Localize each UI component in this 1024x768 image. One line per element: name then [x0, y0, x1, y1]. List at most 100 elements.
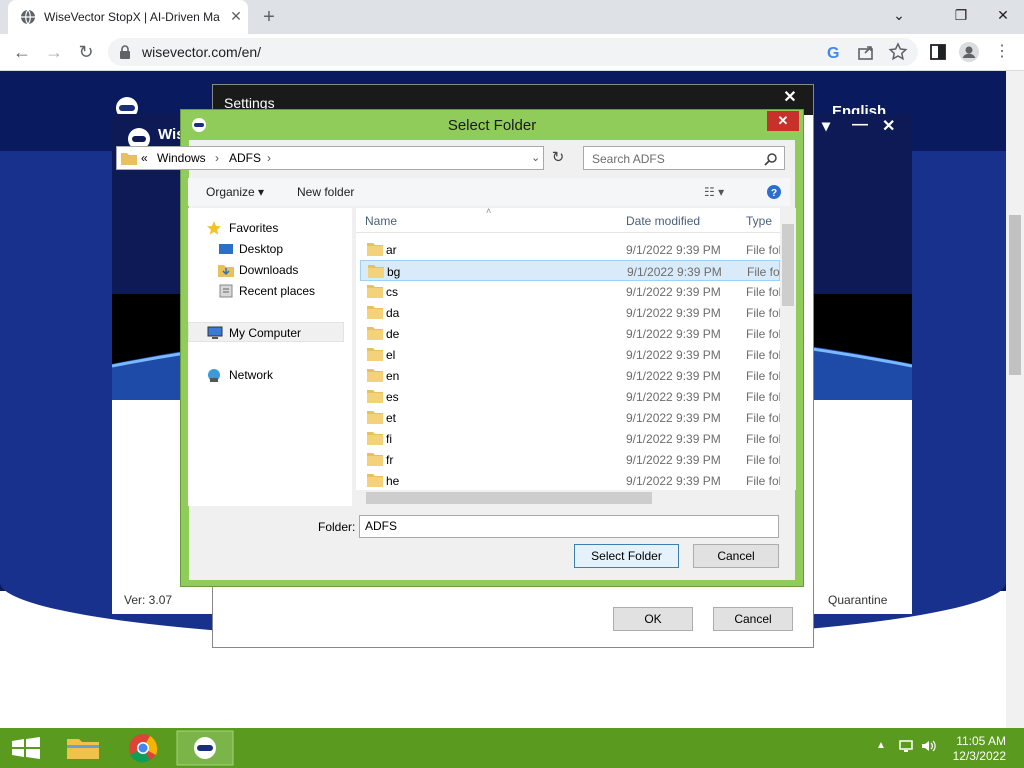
google-icon[interactable]: G [823, 41, 845, 63]
list-item[interactable]: de 9/1/2022 9:39 PM File fol [360, 323, 780, 344]
side-panel-icon[interactable] [927, 41, 949, 63]
list-item[interactable]: he 9/1/2022 9:39 PM File fol [360, 470, 780, 490]
settings-close-icon[interactable]: ✕ [779, 87, 801, 107]
list-item[interactable]: cs 9/1/2022 9:39 PM File fol [360, 281, 780, 302]
search-input[interactable]: Search ADFS [583, 146, 785, 170]
list-item[interactable]: fi 9/1/2022 9:39 PM File fol [360, 428, 780, 449]
list-item[interactable]: es 9/1/2022 9:39 PM File fol [360, 386, 780, 407]
restore-icon[interactable]: ❐ [946, 0, 976, 30]
forward-icon[interactable]: → [42, 40, 66, 64]
back-icon[interactable]: ← [10, 40, 34, 64]
view-options-icon[interactable]: ☷ ▾ [704, 185, 724, 199]
breadcrumb-windows[interactable]: Windows [157, 151, 206, 165]
network-icon [208, 369, 220, 382]
page-scrollbar[interactable] [1006, 71, 1024, 728]
file-list-vscroll-thumb[interactable] [782, 224, 794, 306]
refresh-icon[interactable]: ↻ [548, 148, 568, 168]
folder-label: Folder: [318, 520, 356, 534]
reload-icon[interactable]: ↻ [74, 40, 98, 64]
select-folder-button[interactable]: Select Folder [574, 544, 679, 568]
bookmark-star-icon[interactable] [887, 41, 909, 63]
app-minimize-icon[interactable]: — [852, 116, 868, 134]
stopx-taskbar-icon[interactable] [176, 730, 234, 766]
close-tab-icon[interactable]: ✕ [228, 8, 244, 24]
list-item[interactable]: el 9/1/2022 9:39 PM File fol [360, 344, 780, 365]
new-folder-button[interactable]: New folder [297, 185, 354, 199]
list-item[interactable]: bg 9/1/2022 9:39 PM File fol [360, 260, 780, 281]
column-date-modified[interactable]: Date modified [626, 214, 700, 228]
breadcrumb-separator-icon[interactable]: › [267, 151, 271, 165]
sort-indicator-icon: ˄ [486, 208, 492, 216]
file-date: 9/1/2022 9:39 PM [626, 285, 721, 299]
nav-recent-places-label: Recent places [239, 284, 316, 298]
folder-input[interactable]: ADFS [359, 515, 779, 538]
file-date: 9/1/2022 9:39 PM [626, 390, 721, 404]
address-dropdown-icon[interactable]: ⌄ [531, 151, 540, 164]
file-type: File fol [746, 243, 780, 257]
file-date: 9/1/2022 9:39 PM [626, 348, 721, 362]
file-date: 9/1/2022 9:39 PM [626, 243, 721, 257]
network-tray-icon[interactable] [898, 738, 914, 754]
list-item[interactable]: fr 9/1/2022 9:39 PM File fol [360, 449, 780, 470]
dialog-close-icon[interactable]: ✕ [767, 111, 799, 131]
organize-menu[interactable]: Organize ▾ [206, 185, 264, 199]
file-date: 9/1/2022 9:39 PM [627, 265, 722, 279]
nav-network[interactable]: Network [188, 365, 348, 385]
folder-icon [367, 453, 383, 466]
tray-expand-icon[interactable]: ▲ [876, 740, 886, 751]
system-clock[interactable]: 11:05 AM 12/3/2022 [953, 734, 1006, 764]
nav-desktop[interactable]: Desktop [188, 239, 348, 259]
nav-recent-places[interactable]: Recent places [188, 281, 348, 301]
column-name[interactable]: Name [365, 214, 397, 228]
command-bar: Organize ▾ New folder ☷ ▾ ? [188, 178, 790, 206]
folder-icon [121, 153, 137, 165]
breadcrumb-separator-icon[interactable]: › [215, 151, 219, 165]
folder-icon [368, 265, 384, 278]
file-type: File fol [746, 432, 780, 446]
file-date: 9/1/2022 9:39 PM [626, 432, 721, 446]
help-icon[interactable]: ? [766, 184, 782, 200]
chrome-icon[interactable] [116, 730, 170, 766]
browser-tab[interactable]: WiseVector StopX | AI-Driven Ma ✕ [8, 0, 248, 34]
nav-favorites[interactable]: Favorites [188, 218, 348, 238]
nav-downloads[interactable]: Downloads [188, 260, 348, 280]
list-item[interactable]: da 9/1/2022 9:39 PM File fol [360, 302, 780, 323]
file-type: File fol [746, 453, 780, 467]
settings-cancel-button[interactable]: Cancel [713, 607, 793, 631]
menu-dots-icon[interactable]: ⋮ [990, 40, 1014, 64]
settings-ok-button[interactable]: OK [613, 607, 693, 631]
folder-address-bar[interactable]: « Windows › ADFS › ⌄ [116, 146, 544, 170]
nav-my-computer[interactable]: My Computer [188, 322, 344, 342]
profile-icon[interactable] [958, 41, 980, 63]
new-tab-button[interactable]: + [258, 6, 280, 28]
minimize-icon[interactable]: ⌄ [884, 0, 914, 30]
list-item[interactable]: en 9/1/2022 9:39 PM File fol [360, 365, 780, 386]
file-type: File fol [746, 474, 780, 488]
file-type: File fol [746, 369, 780, 383]
volume-tray-icon[interactable] [920, 738, 938, 754]
file-type: File fol [746, 348, 780, 362]
share-icon[interactable] [855, 41, 877, 63]
quarantine-link[interactable]: Quarantine [828, 593, 887, 607]
file-list-hscroll-thumb[interactable] [366, 492, 652, 504]
list-item[interactable]: ar 9/1/2022 9:39 PM File fol [360, 239, 780, 260]
file-explorer-icon[interactable] [56, 730, 110, 766]
start-icon[interactable] [0, 730, 54, 766]
clock-time: 11:05 AM [956, 734, 1006, 748]
app-menu-icon[interactable]: ▾ [822, 116, 830, 136]
nav-downloads-label: Downloads [239, 263, 299, 277]
app-close-icon[interactable]: ✕ [882, 116, 895, 136]
column-type[interactable]: Type [746, 214, 772, 228]
cancel-button[interactable]: Cancel [693, 544, 779, 568]
file-type: File fol [746, 327, 780, 341]
breadcrumb-adfs[interactable]: ADFS [229, 151, 261, 165]
file-type: File fol [746, 285, 780, 299]
page-scrollbar-thumb[interactable] [1009, 215, 1021, 375]
close-window-icon[interactable]: ✕ [988, 0, 1018, 30]
file-type: File fol [746, 411, 780, 425]
list-item[interactable]: et 9/1/2022 9:39 PM File fol [360, 407, 780, 428]
address-bar[interactable]: wisevector.com/en/ [108, 38, 918, 66]
folder-icon [367, 411, 383, 424]
file-type: File fol [746, 306, 780, 320]
breadcrumb-overflow[interactable]: « [141, 151, 148, 165]
